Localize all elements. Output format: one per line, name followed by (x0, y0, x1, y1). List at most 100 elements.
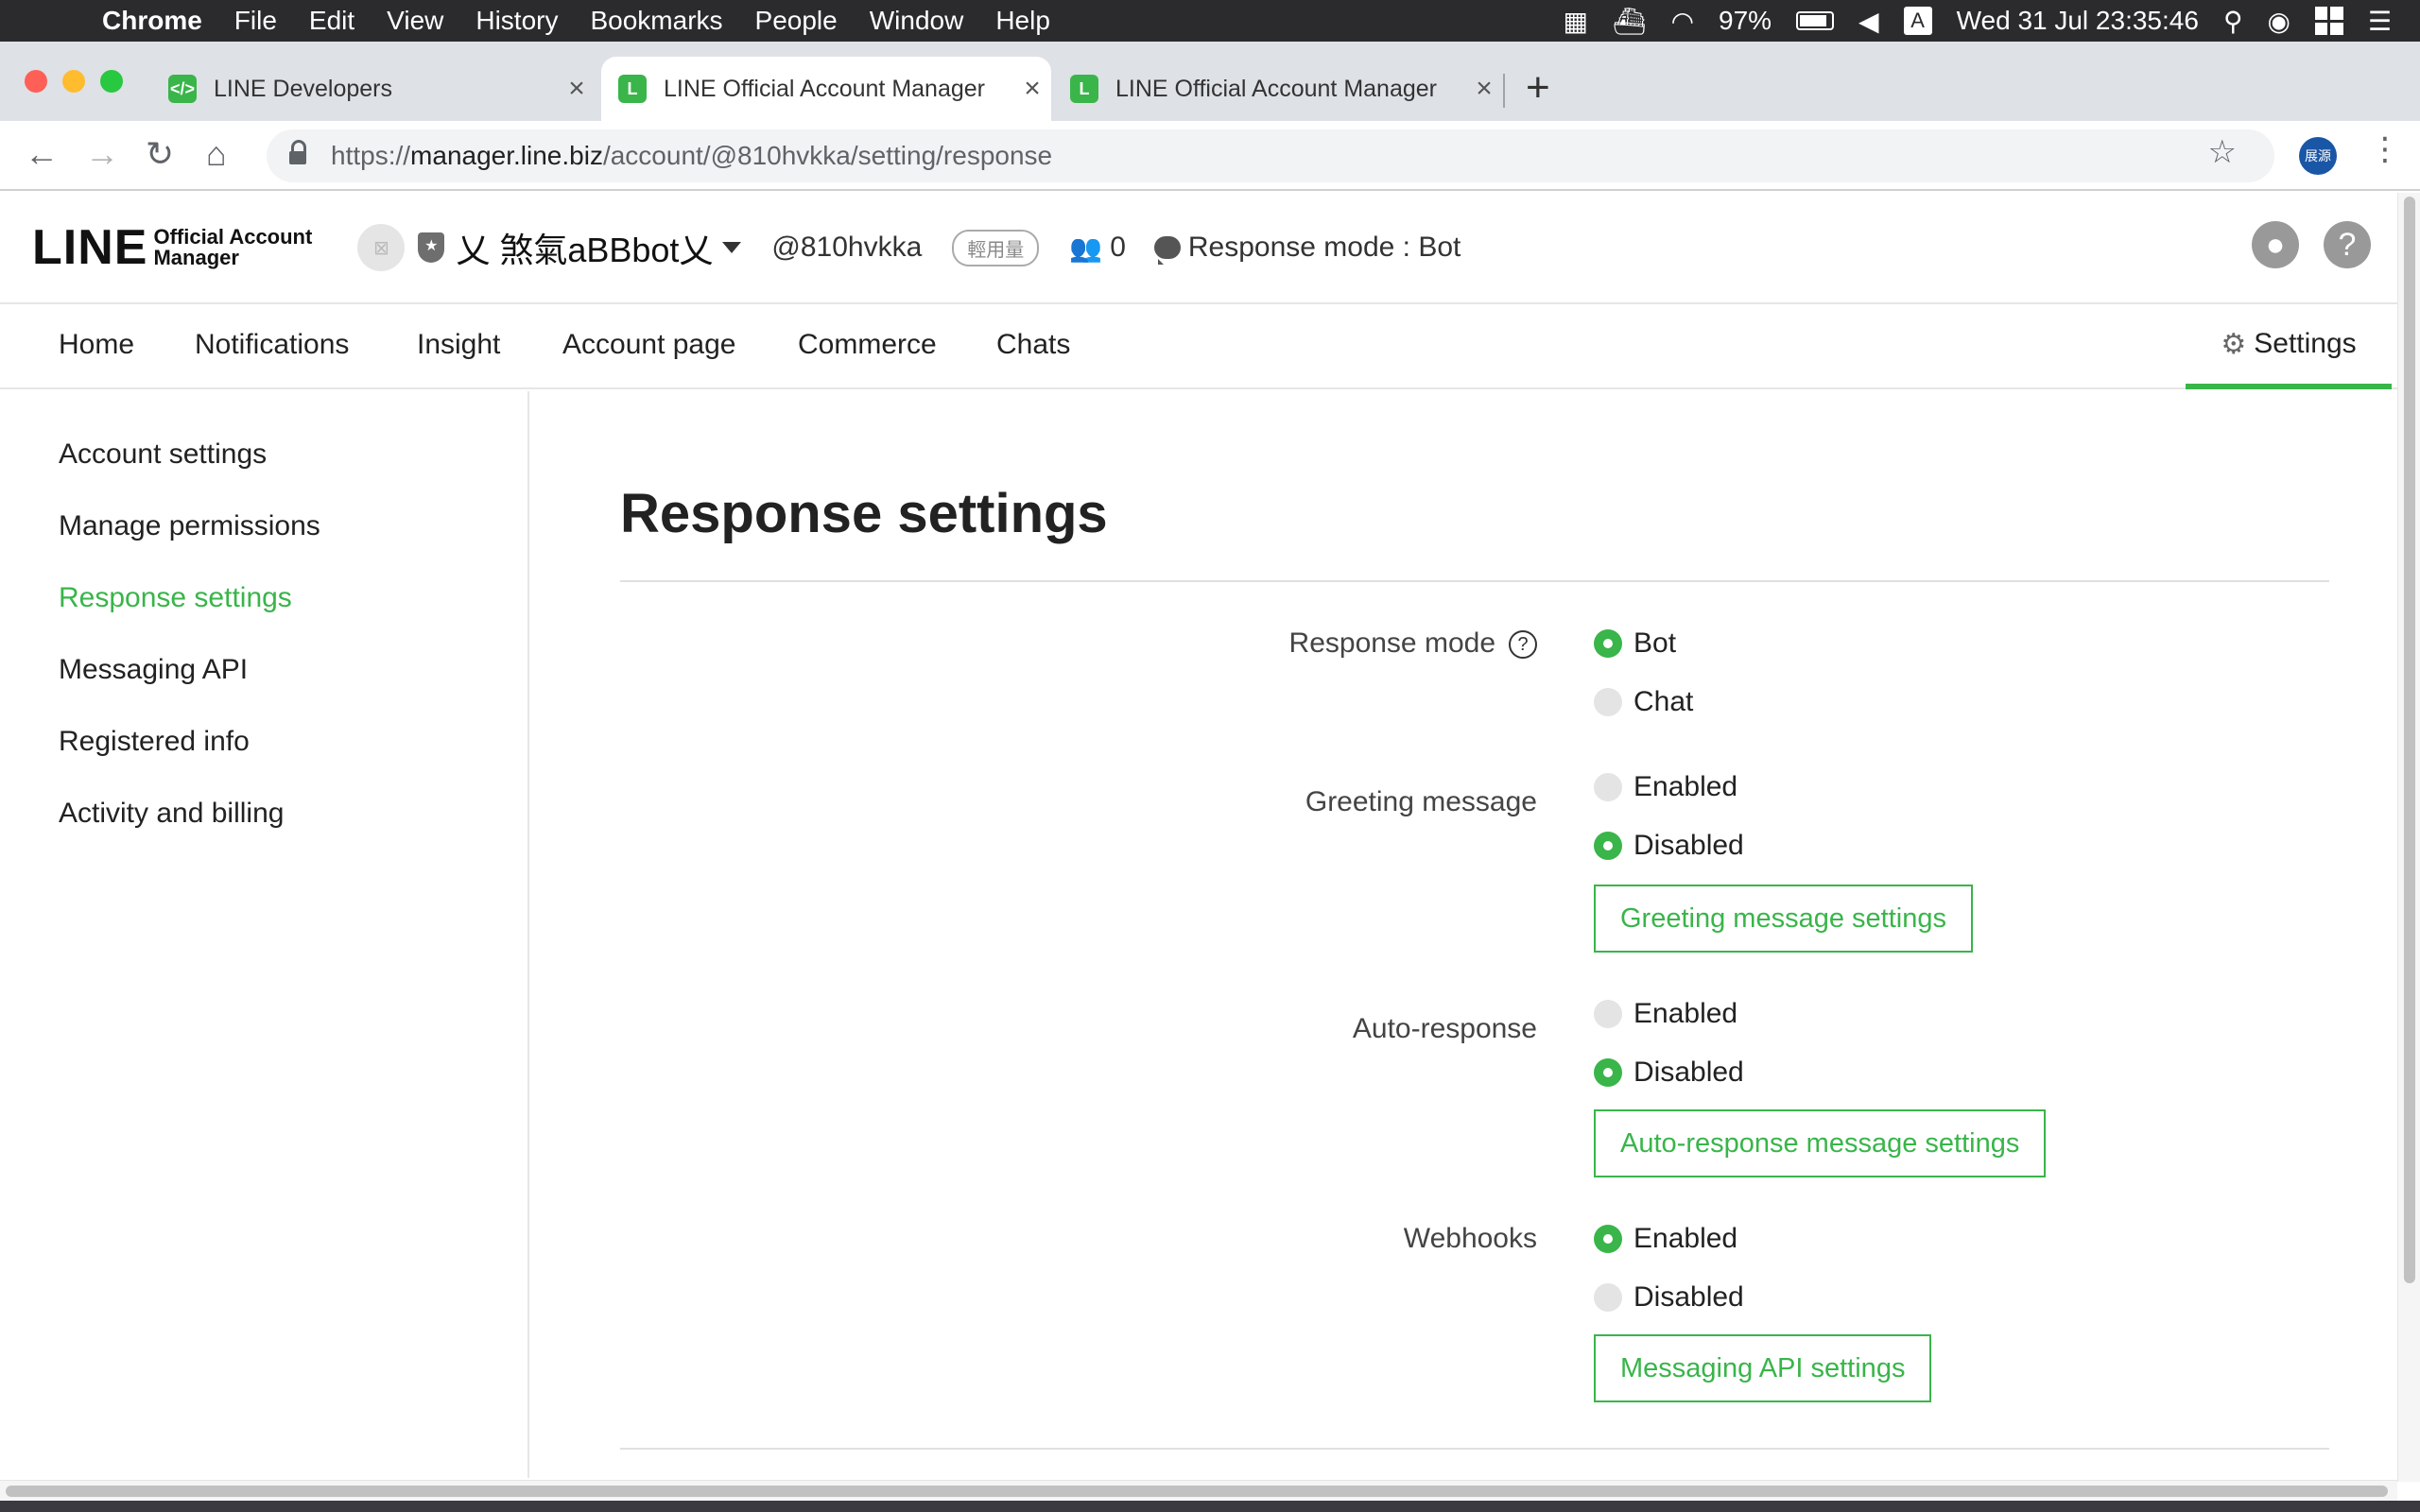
gear-icon: ⚙ (2221, 328, 2247, 360)
volume-icon[interactable]: ◀ (1858, 6, 1879, 37)
nav-settings-label: Settings (2254, 328, 2357, 359)
menu-help[interactable]: Help (995, 6, 1050, 36)
friends-icon: 👥 (1069, 232, 1103, 263)
minimize-window-button[interactable] (62, 70, 85, 93)
greeting-message-settings-button[interactable]: Greeting message settings (1594, 885, 1973, 953)
line-l-icon: L (618, 75, 647, 103)
account-name[interactable]: 乂 煞氣aBBbot乂 (456, 223, 713, 272)
horizontal-scrollbar[interactable] (0, 1480, 2397, 1501)
new-tab-button[interactable]: + (1526, 64, 1550, 112)
vertical-scrollbar[interactable] (2397, 193, 2420, 1482)
reload-icon[interactable]: ↻ (146, 134, 174, 174)
nav-insight[interactable]: Insight (417, 329, 500, 361)
docker-icon[interactable]: ⛴ (1613, 6, 1647, 37)
forward-arrow-icon[interactable]: → (85, 134, 119, 174)
menu-app-chrome[interactable]: Chrome (102, 6, 202, 36)
nav-account-page[interactable]: Account page (562, 329, 735, 361)
shield-icon: ★ (418, 232, 445, 263)
radio-response-mode-bot[interactable]: Bot (1594, 627, 1676, 660)
sidebar-item-activity-billing[interactable]: Activity and billing (59, 798, 284, 830)
radio-selected-icon (1594, 629, 1622, 658)
sidebar-item-account-settings[interactable]: Account settings (59, 438, 267, 471)
wifi-icon[interactable]: ◠ (1671, 6, 1694, 37)
radio-webhooks-disabled[interactable]: Disabled (1594, 1281, 1744, 1314)
sidebar-item-response-settings[interactable]: Response settings (59, 582, 292, 614)
menu-file[interactable]: File (234, 6, 277, 36)
account-dropdown-icon[interactable] (722, 242, 742, 253)
lock-icon[interactable] (289, 140, 306, 166)
tab-line-developers[interactable]: </> LINE Developers × (151, 57, 596, 121)
chrome-menu-icon[interactable]: ⋮ (2369, 130, 2401, 168)
radio-label: Disabled (1634, 1057, 1744, 1088)
back-arrow-icon[interactable]: ← (25, 134, 59, 174)
spotlight-search-icon[interactable]: ⚲ (2223, 6, 2243, 37)
nav-settings[interactable]: ⚙ Settings (2186, 304, 2392, 389)
menu-bookmarks[interactable]: Bookmarks (590, 6, 722, 36)
home-icon[interactable]: ⌂ (206, 134, 227, 174)
greeting-message-label: Greeting message (1305, 786, 1537, 817)
menu-people[interactable]: People (755, 6, 838, 36)
close-tab-icon[interactable]: × (1465, 73, 1503, 105)
help-circle-icon[interactable]: ? (1509, 630, 1537, 659)
logo-subtitle: Official Account Manager (153, 227, 312, 268)
app-grid-icon[interactable] (2314, 7, 2343, 35)
address-bar[interactable]: https:// manager.line.biz /account/@810h… (267, 129, 2274, 182)
radio-greeting-disabled[interactable]: Disabled (1594, 830, 1744, 862)
input-source-icon[interactable]: A (1903, 7, 1932, 35)
radio-response-mode-chat[interactable]: Chat (1594, 686, 1693, 718)
radio-unselected-icon (1594, 1283, 1622, 1312)
menubar-clock[interactable]: Wed 31 Jul 23:35:46 (1957, 6, 2199, 36)
close-window-button[interactable] (25, 70, 47, 93)
account-avatar[interactable]: ⊠ (357, 224, 406, 271)
sidebar-item-registered-info[interactable]: Registered info (59, 726, 250, 758)
url-path: /account/@810hvkka/setting/response (602, 141, 1053, 170)
nav-chats[interactable]: Chats (996, 329, 1070, 361)
battery-percent: 97% (1719, 6, 1772, 35)
user-account-icon[interactable]: ● (2252, 221, 2299, 268)
browser-toolbar: ← → ↻ ⌂ https:// manager.line.biz /accou… (0, 121, 2420, 191)
tab-title: LINE Official Account Manager (664, 75, 985, 102)
auto-response-message-settings-button[interactable]: Auto-response message settings (1594, 1109, 2047, 1177)
settings-sidebar: Account settings Manage permissions Resp… (0, 391, 529, 1478)
sidebar-item-messaging-api[interactable]: Messaging API (59, 654, 248, 686)
url-host: manager.line.biz (410, 141, 603, 170)
menu-window[interactable]: Window (870, 6, 964, 36)
nav-notifications[interactable]: Notifications (195, 329, 349, 361)
zoom-window-button[interactable] (100, 70, 123, 93)
radio-unselected-icon (1594, 1000, 1622, 1028)
tab-line-oam[interactable]: L LINE Official Account Manager × (1053, 57, 1503, 121)
window-controls (25, 70, 123, 93)
messaging-api-settings-button[interactable]: Messaging API settings (1594, 1334, 1932, 1402)
radio-selected-icon (1594, 1058, 1622, 1087)
sidebar-item-manage-permissions[interactable]: Manage permissions (59, 510, 320, 542)
notification-center-icon[interactable]: ☰ (2368, 6, 2392, 37)
horizontal-scroll-thumb[interactable] (6, 1486, 2388, 1497)
radio-auto-response-enabled[interactable]: Enabled (1594, 998, 1737, 1030)
profile-avatar[interactable]: 展源 (2299, 137, 2337, 175)
page-title: Response settings (620, 483, 1108, 544)
radio-auto-response-disabled[interactable]: Disabled (1594, 1057, 1744, 1089)
divider (620, 1448, 2329, 1450)
vertical-scroll-thumb[interactable] (2404, 197, 2415, 1283)
close-tab-icon[interactable]: × (1013, 73, 1051, 105)
url-scheme: https:// (331, 141, 411, 170)
radio-webhooks-enabled[interactable]: Enabled (1594, 1223, 1737, 1255)
radio-label: Enabled (1634, 771, 1738, 802)
tab-line-oam-active[interactable]: L LINE Official Account Manager × (601, 57, 1051, 121)
menu-edit[interactable]: Edit (309, 6, 354, 36)
radio-selected-icon (1594, 1225, 1622, 1253)
keyboard-icon[interactable]: ▦ (1564, 6, 1588, 37)
battery-icon[interactable] (1796, 11, 1835, 30)
help-icon[interactable]: ? (2324, 221, 2371, 268)
nav-home[interactable]: Home (59, 329, 134, 361)
nav-commerce[interactable]: Commerce (798, 329, 937, 361)
close-tab-icon[interactable]: × (558, 73, 596, 105)
menu-history[interactable]: History (475, 6, 558, 36)
radio-unselected-icon (1594, 688, 1622, 716)
line-oam-logo[interactable]: LINE Official Account Manager (32, 219, 312, 276)
bookmark-star-icon[interactable]: ☆ (2208, 133, 2237, 171)
menu-view[interactable]: View (387, 6, 443, 36)
siri-icon[interactable]: ◉ (2267, 6, 2290, 37)
radio-greeting-enabled[interactable]: Enabled (1594, 771, 1737, 803)
auto-response-label: Auto-response (1352, 1013, 1537, 1044)
